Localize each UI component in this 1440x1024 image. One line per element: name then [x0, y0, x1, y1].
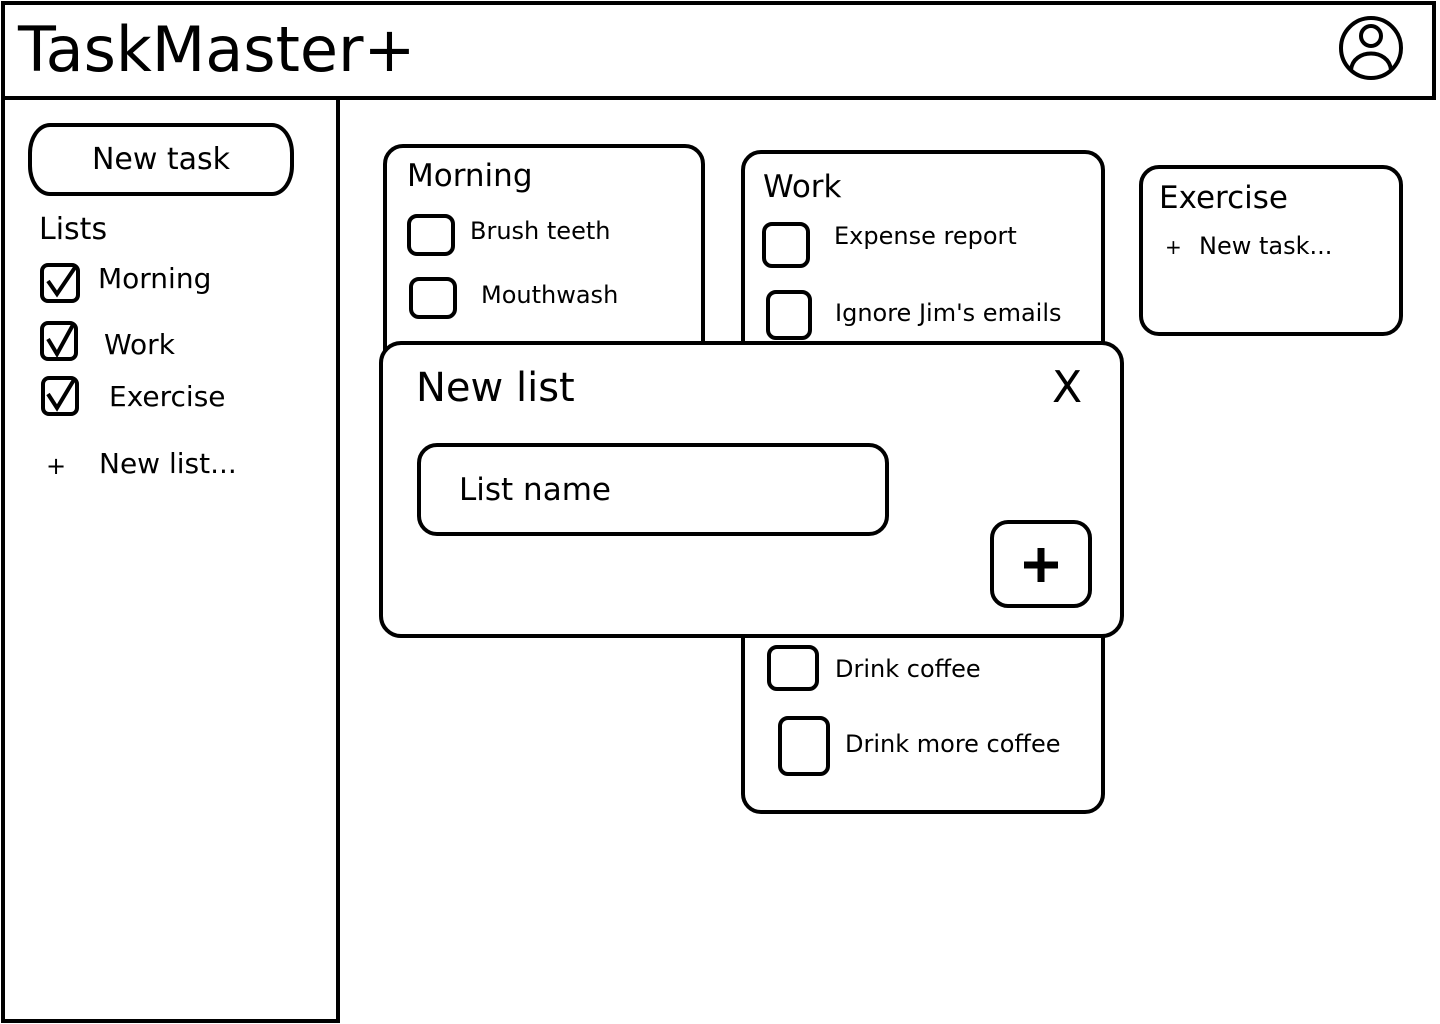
task-label: Brush teeth	[470, 217, 611, 245]
card-title-exercise: Exercise	[1159, 180, 1288, 216]
add-list-button[interactable]	[990, 520, 1092, 608]
close-button[interactable]: X	[1052, 362, 1082, 413]
task-checkbox[interactable]	[409, 277, 457, 319]
new-task-button[interactable]: New task	[28, 123, 294, 196]
task-checkbox[interactable]	[778, 716, 830, 776]
list-toggle-exercise-checkbox[interactable]	[41, 376, 81, 416]
plus-icon	[1024, 548, 1058, 582]
add-task-link[interactable]: New task...	[1199, 232, 1332, 260]
sidebar-item-morning[interactable]: Morning	[98, 262, 211, 295]
task-checkbox[interactable]	[767, 645, 819, 691]
sidebar-item-exercise[interactable]: Exercise	[109, 380, 226, 413]
task-checkbox[interactable]	[766, 290, 812, 340]
new-list-plus-icon[interactable]: +	[46, 452, 66, 480]
list-name-input[interactable]	[417, 443, 889, 536]
list-toggle-morning-checkbox[interactable]	[40, 263, 80, 303]
task-label: Mouthwash	[481, 281, 619, 309]
dialog-title: New list	[416, 365, 575, 411]
task-label: Expense report	[834, 222, 1017, 250]
app-title: TaskMaster+	[18, 13, 416, 86]
task-checkbox[interactable]	[762, 222, 810, 268]
task-checkbox[interactable]	[407, 214, 455, 256]
sidebar-item-work[interactable]: Work	[104, 328, 175, 361]
user-avatar-icon[interactable]	[1337, 14, 1405, 82]
card-title-morning: Morning	[407, 158, 533, 194]
task-label: Drink more coffee	[845, 730, 1061, 758]
lists-heading: Lists	[39, 212, 108, 247]
task-label: Drink coffee	[835, 655, 981, 683]
list-toggle-work-checkbox[interactable]	[40, 321, 80, 361]
card-title-work: Work	[763, 169, 842, 205]
task-label: Ignore Jim's emails	[835, 299, 1062, 327]
add-task-plus-icon[interactable]: +	[1165, 235, 1182, 259]
new-list-link[interactable]: New list...	[99, 447, 237, 480]
new-task-button-label: New task	[91, 142, 231, 177]
